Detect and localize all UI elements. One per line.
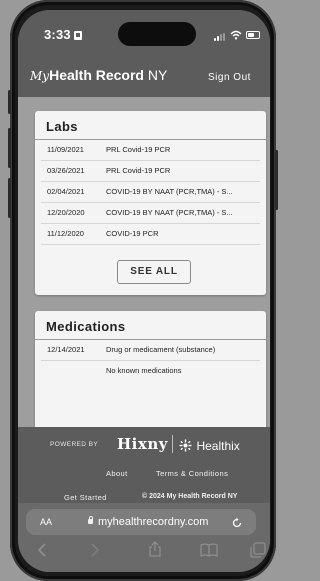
lab-date: 12/20/2020 (47, 208, 85, 217)
browser-toolbar: AA myhealthrecordny.com (18, 503, 270, 572)
url-text[interactable]: myhealthrecordny.com (98, 516, 208, 528)
medication-row[interactable]: 12/14/2021 Drug or medicament (substance… (41, 340, 260, 361)
app-header: MyHealth Record NY Sign Out (18, 55, 270, 97)
address-bar[interactable]: AA myhealthrecordny.com (26, 509, 256, 535)
forward-icon[interactable] (90, 543, 100, 557)
site-footer: POWERED BY Hixny Healthix About Terms & … (18, 427, 270, 503)
lab-row[interactable]: 02/04/2021 COVID-19 BY NAAT (PCR,TMA) - … (41, 182, 260, 203)
logo-health-record: Health Record (49, 67, 144, 83)
lab-date: 02/04/2021 (47, 187, 85, 196)
text-size-button[interactable]: AA (40, 517, 52, 527)
bookmarks-icon[interactable] (200, 543, 218, 557)
volume-up-button (8, 128, 11, 168)
terms-link[interactable]: Terms & Conditions (156, 469, 228, 478)
status-bar: 3:33 (18, 10, 270, 55)
reload-icon[interactable] (231, 517, 243, 529)
get-started-link[interactable]: Get Started (64, 493, 107, 502)
logo-my: My (30, 69, 50, 83)
medication-row: No known medications (41, 361, 260, 381)
status-time-text: 3:33 (44, 27, 71, 42)
site-logo[interactable]: MyHealth Record NY (30, 67, 167, 85)
labs-card: Labs 11/09/2021 PRL Covid-19 PCR 03/26/2… (35, 111, 266, 295)
logo-divider (172, 435, 173, 453)
lock-icon (88, 516, 93, 524)
main-content: Labs 11/09/2021 PRL Covid-19 PCR 03/26/2… (18, 97, 270, 441)
labs-title: Labs (46, 119, 78, 134)
lab-date: 11/12/2020 (47, 229, 84, 238)
logo-ny: NY (144, 67, 168, 83)
see-all-labs-button[interactable]: SEE ALL (117, 260, 191, 284)
lab-date: 11/09/2021 (47, 145, 84, 154)
back-icon[interactable] (37, 543, 47, 557)
volume-down-button (8, 178, 11, 218)
medication-description: Drug or medicament (substance) (106, 345, 216, 354)
medication-description: No known medications (106, 366, 182, 375)
healthix-icon (179, 439, 192, 452)
cellular-signal-icon (214, 33, 228, 41)
lab-row[interactable]: 11/09/2021 PRL Covid-19 PCR (41, 140, 260, 161)
sign-out-link[interactable]: Sign Out (208, 72, 251, 83)
dynamic-island (118, 22, 196, 46)
battery-icon (246, 31, 260, 39)
action-button (8, 90, 11, 114)
powered-by-label: POWERED BY (50, 441, 99, 448)
wifi-icon (230, 30, 242, 40)
lab-row[interactable]: 11/12/2020 COVID-19 PCR (41, 224, 260, 245)
power-button (275, 150, 278, 210)
share-icon[interactable] (148, 541, 162, 557)
medication-date: 12/14/2021 (47, 345, 85, 354)
about-link[interactable]: About (106, 469, 128, 478)
lab-row[interactable]: 12/20/2020 COVID-19 BY NAAT (PCR,TMA) - … (41, 203, 260, 224)
lab-description: COVID-19 PCR (106, 229, 159, 238)
lab-description: COVID-19 BY NAAT (PCR,TMA) - S... (106, 208, 233, 217)
lab-description: PRL Covid-19 PCR (106, 166, 171, 175)
screen: 3:33 MyHealth Record NY Sign Out Labs 11… (18, 10, 270, 572)
healthix-logo[interactable]: Healthix (179, 437, 240, 455)
lab-description: PRL Covid-19 PCR (106, 145, 171, 154)
medications-title: Medications (46, 319, 126, 334)
healthix-text: Healthix (196, 439, 240, 453)
hixny-logo[interactable]: Hixny (117, 435, 168, 453)
tabs-icon[interactable] (250, 542, 266, 558)
lab-date: 03/26/2021 (47, 166, 85, 175)
lab-row[interactable]: 03/26/2021 PRL Covid-19 PCR (41, 161, 260, 182)
lab-description: COVID-19 BY NAAT (PCR,TMA) - S... (106, 187, 233, 196)
medications-card: Medications 12/14/2021 Drug or medicamen… (35, 311, 266, 441)
copyright-text: © 2024 My Health Record NY (142, 493, 238, 500)
id-card-icon (73, 31, 82, 40)
status-time: 3:33 (44, 27, 82, 42)
